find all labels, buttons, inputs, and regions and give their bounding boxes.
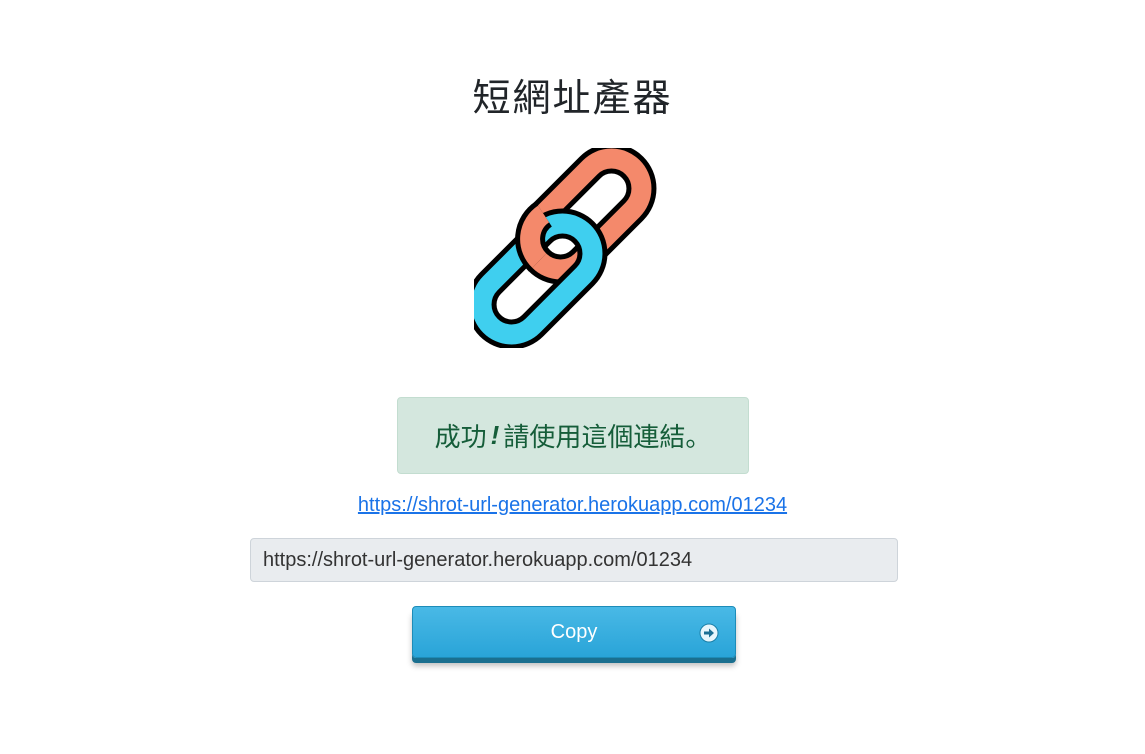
copy-button-label: Copy [550, 620, 598, 643]
page: 短網址產器 成功 ! 請使用這個連結。 https://shrot-url-ge… [0, 0, 1145, 754]
arrow-right-circle-icon [699, 623, 719, 643]
success-alert: 成功 ! 請使用這個連結。 [397, 397, 749, 474]
alert-exclamation: ! [490, 420, 500, 450]
alert-success-word: 成功 [434, 422, 487, 452]
alert-message: 請使用這個連結。 [503, 422, 712, 452]
short-url-link[interactable]: https://shrot-url-generator.herokuapp.co… [0, 494, 1145, 517]
copy-button[interactable]: Copy [412, 606, 736, 658]
page-title: 短網址產器 [472, 78, 673, 121]
short-url-input[interactable] [250, 538, 898, 582]
chain-link-icon [474, 148, 657, 348]
